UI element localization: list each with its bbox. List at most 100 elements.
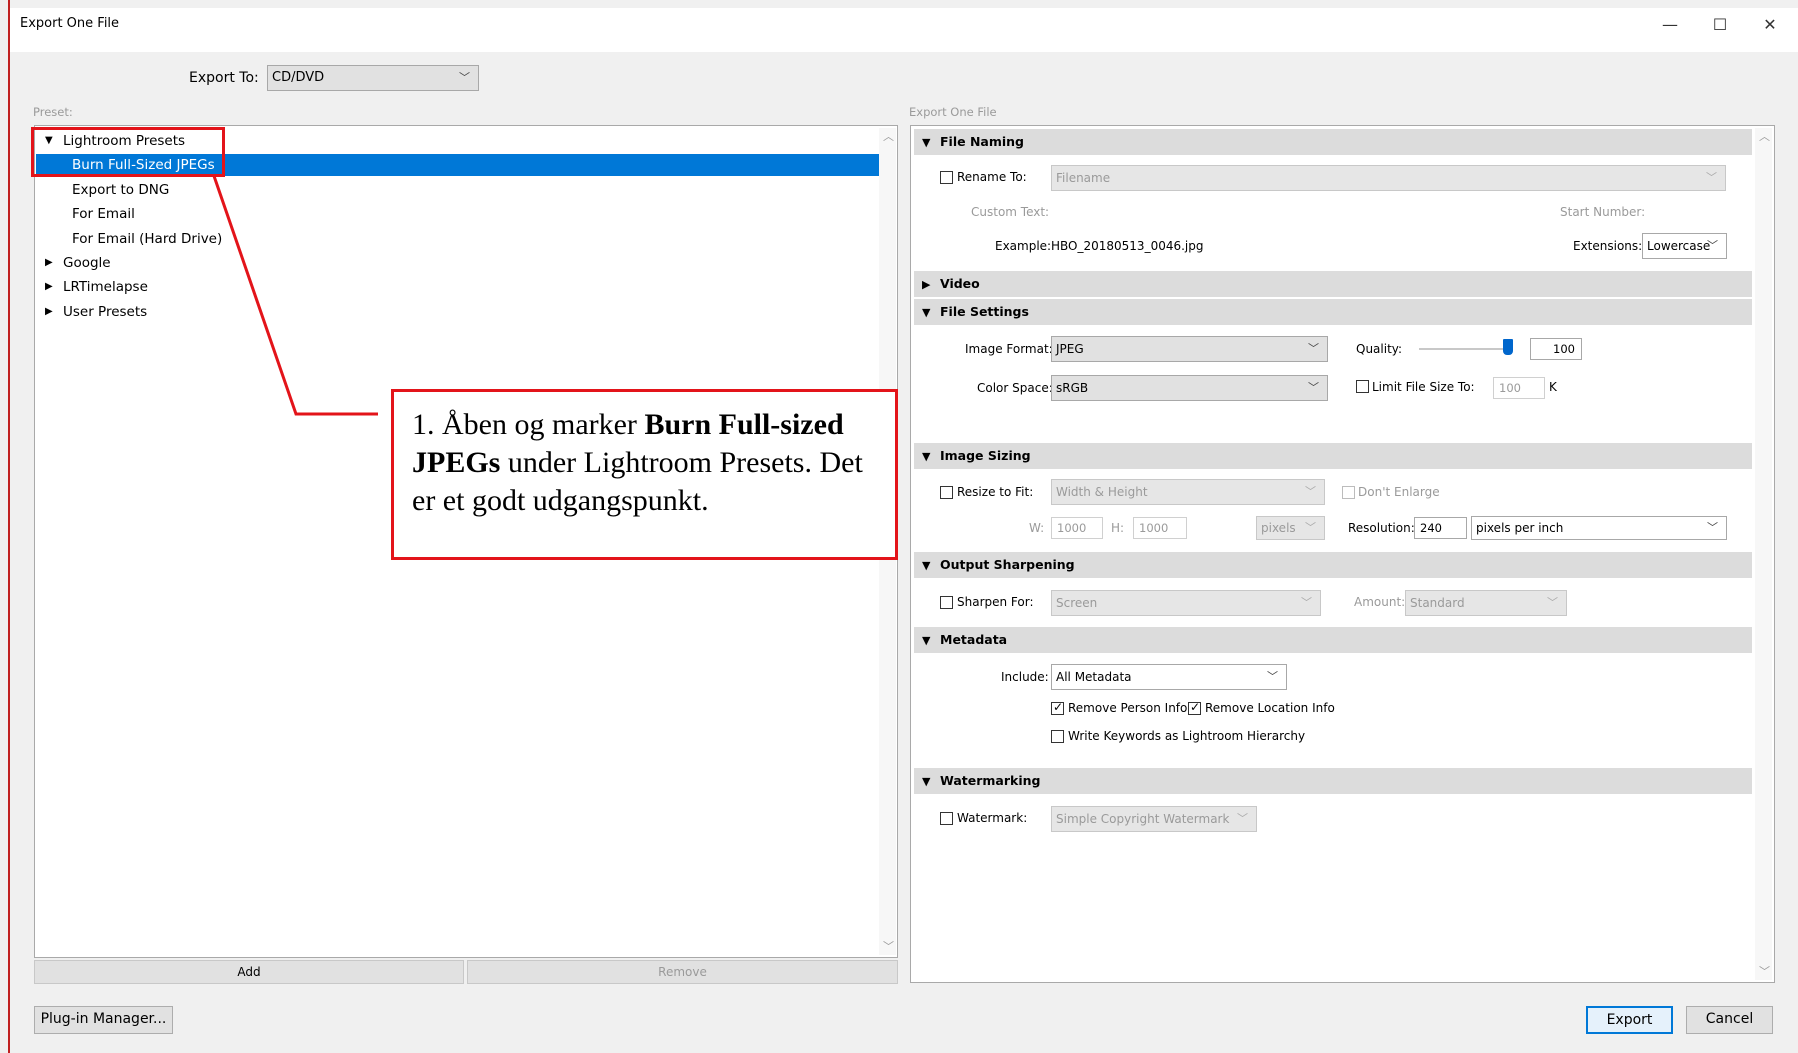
chevron-down-icon: ﹀ — [1267, 670, 1278, 683]
width-input[interactable]: 1000 — [1051, 517, 1103, 539]
remove-location-label: Remove Location Info — [1205, 701, 1335, 715]
resize-select[interactable]: Width & Height ﹀ — [1051, 479, 1325, 505]
chevron-down-icon: ﹀ — [1308, 342, 1319, 355]
annotation-callout: 1. Åben og marker Burn Full-sized JPEGs … — [391, 389, 898, 560]
write-keywords-checkbox[interactable] — [1051, 730, 1064, 743]
extensions-label: Extensions: — [1573, 239, 1643, 253]
rename-select[interactable]: Filename ﹀ — [1051, 165, 1726, 191]
chevron-down-icon: ﹀ — [1707, 239, 1718, 252]
limit-size-unit: K — [1549, 380, 1557, 394]
section-file-settings[interactable]: ▼ File Settings — [914, 299, 1752, 325]
chevron-down-icon: ﹀ — [1308, 381, 1319, 394]
scroll-up-icon[interactable]: ︿ — [1759, 128, 1770, 144]
example-label: Example: — [995, 239, 1052, 253]
sharpen-value: Screen — [1056, 596, 1098, 610]
section-title: Metadata — [940, 632, 1008, 647]
extensions-value: Lowercase — [1647, 239, 1711, 253]
watermark-value: Simple Copyright Watermark — [1056, 812, 1230, 826]
collapse-triangle-icon: ▼ — [922, 634, 931, 647]
plugin-manager-button[interactable]: Plug-in Manager... — [34, 1006, 173, 1034]
units-select[interactable]: pixels ﹀ — [1256, 516, 1325, 540]
include-label: Include: — [1001, 670, 1049, 684]
export-button[interactable]: Export — [1586, 1006, 1673, 1034]
section-image-sizing[interactable]: ▼ Image Sizing — [914, 443, 1752, 469]
start-number-label: Start Number: — [1560, 205, 1646, 219]
remove-person-label: Remove Person Info — [1068, 701, 1188, 715]
rename-checkbox[interactable] — [940, 171, 953, 184]
collapse-triangle-icon: ▼ — [922, 306, 931, 319]
cancel-button[interactable]: Cancel — [1686, 1006, 1773, 1034]
sharpen-label: Sharpen For: — [957, 595, 1034, 609]
chevron-down-icon: ﹀ — [1237, 812, 1248, 825]
include-value: All Metadata — [1056, 670, 1132, 684]
resize-label: Resize to Fit: — [957, 485, 1034, 499]
sharpen-checkbox[interactable] — [940, 596, 953, 609]
resize-checkbox[interactable] — [940, 486, 953, 499]
chevron-down-icon: ﹀ — [1305, 485, 1316, 498]
amount-value: Standard — [1410, 596, 1465, 610]
color-space-value: sRGB — [1056, 381, 1089, 395]
quality-input[interactable]: 100 — [1530, 338, 1582, 360]
image-format-select[interactable]: JPEG ﹀ — [1051, 336, 1328, 362]
custom-text-label: Custom Text: — [971, 205, 1050, 219]
chevron-down-icon: ﹀ — [1305, 521, 1316, 534]
color-space-select[interactable]: sRGB ﹀ — [1051, 375, 1328, 401]
units-value: pixels — [1261, 521, 1296, 535]
scroll-down-icon[interactable]: ﹀ — [1759, 963, 1770, 979]
write-keywords-label: Write Keywords as Lightroom Hierarchy — [1068, 729, 1306, 743]
width-label: W: — [1029, 521, 1045, 535]
extensions-select[interactable]: Lowercase ﹀ — [1642, 233, 1727, 259]
resolution-unit-select[interactable]: pixels per inch ﹀ — [1471, 516, 1727, 540]
section-title: File Naming — [940, 134, 1024, 149]
dont-enlarge-checkbox[interactable] — [1342, 486, 1355, 499]
limit-size-label: Limit File Size To: — [1372, 380, 1475, 394]
quality-slider-track[interactable] — [1419, 348, 1511, 350]
section-output-sharpening[interactable]: ▼ Output Sharpening — [914, 552, 1752, 578]
dont-enlarge-label: Don't Enlarge — [1358, 485, 1440, 499]
callout-prefix: 1. Åben og marker — [412, 408, 645, 441]
watermark-checkbox[interactable] — [940, 812, 953, 825]
quality-slider-thumb[interactable] — [1503, 339, 1513, 355]
panel-scrollbar[interactable]: ︿ ﹀ — [1755, 128, 1772, 980]
resize-value: Width & Height — [1056, 485, 1148, 499]
collapse-triangle-icon: ▼ — [922, 136, 931, 149]
watermark-label: Watermark: — [957, 811, 1028, 825]
right-panel-label: Export One File — [909, 105, 997, 119]
image-format-label: Image Format: — [965, 342, 1053, 356]
section-file-naming[interactable]: ▼ File Naming — [914, 129, 1752, 155]
chevron-down-icon: ﹀ — [1547, 596, 1558, 609]
chevron-down-icon: ﹀ — [1707, 521, 1718, 534]
amount-select[interactable]: Standard ﹀ — [1405, 590, 1567, 616]
remove-person-checkbox[interactable]: ✓ — [1051, 700, 1064, 715]
height-input[interactable]: 1000 — [1133, 517, 1187, 539]
height-label: H: — [1111, 521, 1125, 535]
limit-size-checkbox[interactable] — [1356, 380, 1369, 393]
callout-text: 1. Åben og marker Burn Full-sized JPEGs … — [412, 406, 892, 520]
collapse-triangle-icon: ▼ — [922, 775, 931, 788]
example-value: HBO_20180513_0046.jpg — [1051, 239, 1204, 253]
rename-value: Filename — [1056, 171, 1111, 185]
remove-location-checkbox[interactable]: ✓ — [1188, 700, 1201, 715]
collapse-triangle-icon: ▼ — [922, 559, 931, 572]
limit-size-input[interactable]: 100 — [1493, 377, 1545, 399]
section-video[interactable]: ▶ Video — [914, 271, 1752, 297]
image-format-value: JPEG — [1056, 342, 1084, 356]
section-watermarking[interactable]: ▼ Watermarking — [914, 768, 1752, 794]
watermark-select[interactable]: Simple Copyright Watermark ﹀ — [1051, 806, 1257, 832]
section-title: Watermarking — [940, 773, 1041, 788]
section-metadata[interactable]: ▼ Metadata — [914, 627, 1752, 653]
amount-label: Amount: — [1354, 595, 1406, 609]
collapse-triangle-icon: ▼ — [922, 450, 931, 463]
expand-triangle-icon: ▶ — [922, 278, 931, 291]
resolution-unit-value: pixels per inch — [1476, 521, 1564, 535]
section-title: Output Sharpening — [940, 557, 1075, 572]
include-select[interactable]: All Metadata ﹀ — [1051, 664, 1287, 690]
checkmark-icon: ✓ — [1190, 700, 1201, 714]
color-space-label: Color Space: — [977, 381, 1053, 395]
rename-label: Rename To: — [957, 170, 1027, 184]
resolution-input[interactable]: 240 — [1414, 517, 1467, 539]
checkmark-icon: ✓ — [1053, 700, 1064, 714]
section-title: Image Sizing — [940, 448, 1031, 463]
sharpen-select[interactable]: Screen ﹀ — [1051, 590, 1321, 616]
chevron-down-icon: ﹀ — [1301, 596, 1312, 609]
